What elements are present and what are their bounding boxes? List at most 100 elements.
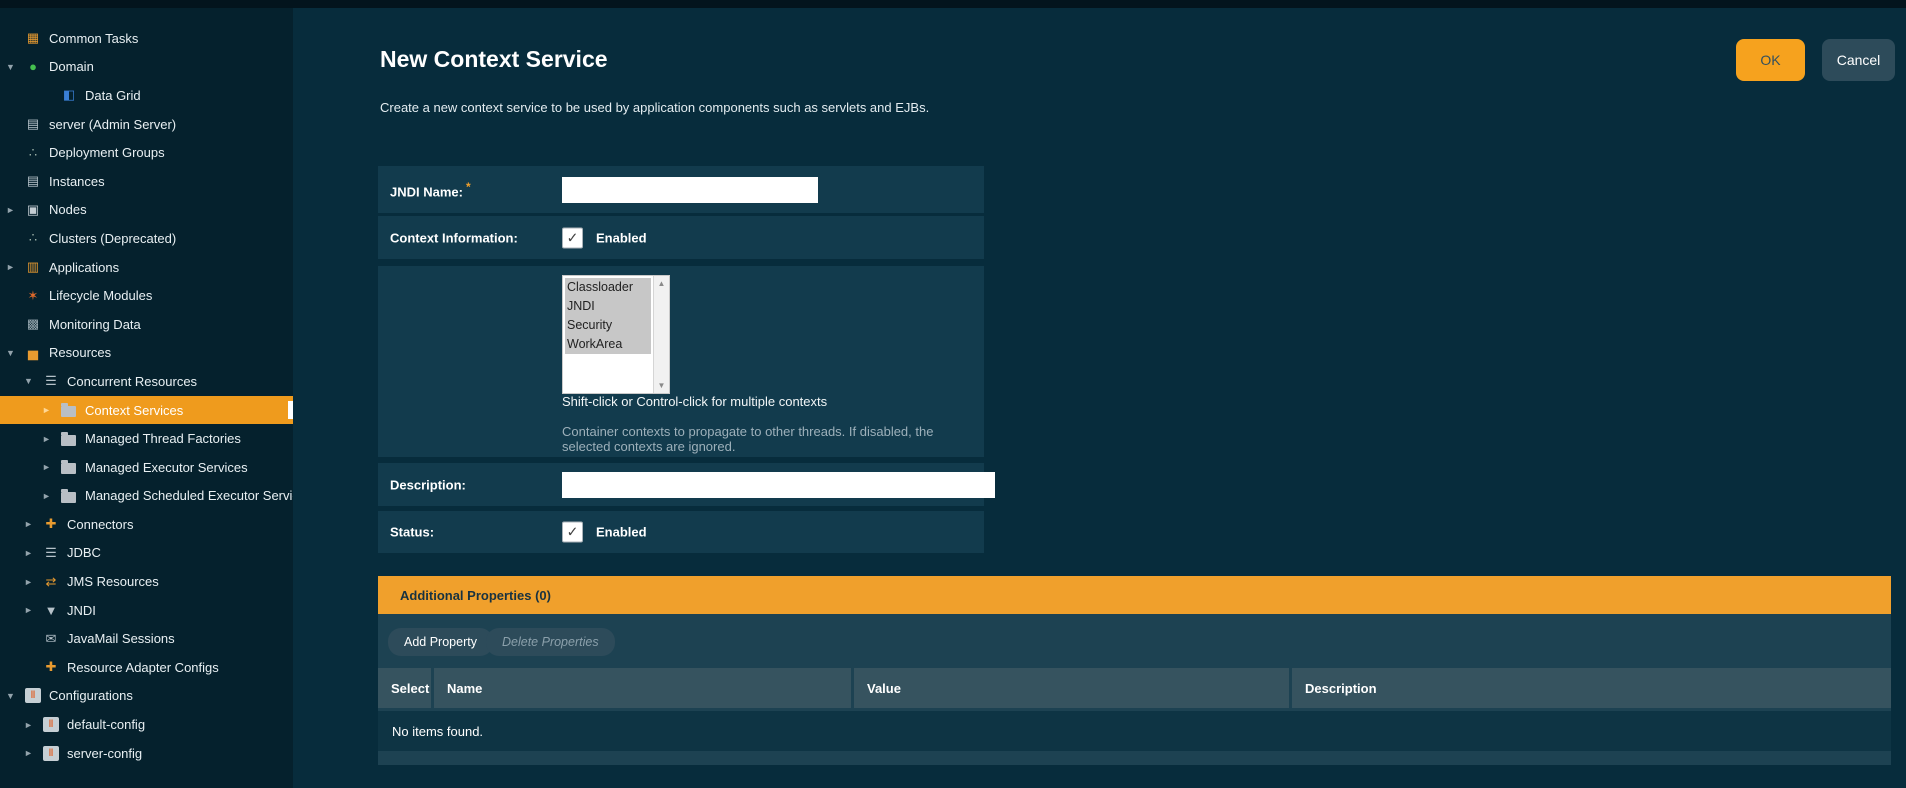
sidebar-item-label: Applications bbox=[49, 260, 119, 275]
column-header-description: Description bbox=[1292, 668, 1891, 708]
jdbc-icon: ☰ bbox=[41, 544, 61, 561]
listbox-scrollbar[interactable]: ▲ ▼ bbox=[653, 276, 669, 393]
context-option-security[interactable]: Security bbox=[565, 316, 651, 335]
collapsed-arrow-icon[interactable]: ► bbox=[42, 491, 59, 501]
sidebar-item-javamail-sessions[interactable]: ✉ JavaMail Sessions bbox=[0, 624, 293, 653]
scroll-down-icon[interactable]: ▼ bbox=[658, 381, 666, 390]
lifecycle-modules-icon: ✶ bbox=[23, 287, 43, 304]
description-input[interactable] bbox=[562, 472, 995, 498]
sidebar-item-server-config[interactable]: ►‖server-config bbox=[0, 739, 293, 768]
expanded-arrow-icon[interactable]: ▼ bbox=[6, 691, 23, 701]
monitoring-data-icon: ▩ bbox=[23, 316, 43, 333]
sidebar-item-server-admin-server[interactable]: ▤server (Admin Server) bbox=[0, 110, 293, 139]
sidebar-item-domain[interactable]: ▼●Domain bbox=[0, 53, 293, 82]
folder-icon bbox=[61, 492, 76, 503]
jndi-icon: ▼ bbox=[41, 602, 61, 619]
applications-icon: ▥ bbox=[23, 259, 43, 276]
description-label: Description: bbox=[390, 477, 466, 492]
sidebar-item-label: Connectors bbox=[67, 517, 133, 532]
status-enabled-checkbox[interactable] bbox=[562, 522, 583, 543]
resources-icon: ▅ bbox=[23, 344, 43, 361]
sidebar-item-configurations[interactable]: ▼‖ Configurations bbox=[0, 682, 293, 711]
contexts-hint: Shift-click or Control-click for multipl… bbox=[562, 394, 827, 409]
sidebar-item-clusters-deprecated[interactable]: ∴ Clusters (Deprecated) bbox=[0, 224, 293, 253]
clusters-icon: ∴ bbox=[23, 230, 43, 247]
collapsed-arrow-icon[interactable]: ► bbox=[6, 262, 23, 272]
context-information-enabled-checkbox[interactable] bbox=[562, 227, 583, 248]
additional-properties-panel: Add Property Delete Properties SelectNam… bbox=[378, 614, 1891, 765]
sidebar-item-label: JavaMail Sessions bbox=[67, 631, 175, 646]
sidebar-item-applications[interactable]: ►▥ Applications bbox=[0, 253, 293, 282]
sidebar-item-resources[interactable]: ▼▅ Resources bbox=[0, 339, 293, 368]
connectors-icon: ✚ bbox=[41, 516, 61, 533]
column-header-value: Value bbox=[854, 668, 1289, 708]
sidebar-item-jms-resources[interactable]: ►⇄ JMS Resources bbox=[0, 567, 293, 596]
delete-properties-button: Delete Properties bbox=[486, 628, 615, 656]
collapsed-arrow-icon[interactable]: ► bbox=[24, 577, 41, 587]
sidebar-item-default-config[interactable]: ►‖default-config bbox=[0, 710, 293, 739]
collapsed-arrow-icon[interactable]: ► bbox=[24, 548, 41, 558]
sidebar-item-jndi[interactable]: ►▼JNDI bbox=[0, 596, 293, 625]
sidebar-item-deployment-groups[interactable]: ∴Deployment Groups bbox=[0, 138, 293, 167]
sidebar-item-instances[interactable]: ▤Instances bbox=[0, 167, 293, 196]
empty-table-message: No items found. bbox=[378, 711, 1891, 751]
scroll-up-icon[interactable]: ▲ bbox=[658, 279, 666, 288]
collapsed-arrow-icon[interactable]: ► bbox=[24, 519, 41, 529]
column-header-name: Name bbox=[434, 668, 851, 708]
sidebar-item-label: Nodes bbox=[49, 202, 87, 217]
context-option-classloader[interactable]: Classloader bbox=[565, 278, 651, 297]
jndi-name-input[interactable] bbox=[562, 177, 818, 203]
folder-icon bbox=[61, 406, 76, 417]
configurations-icon: ‖ bbox=[25, 688, 41, 703]
sidebar-item-label: JDBC bbox=[67, 545, 101, 560]
column-header-select: Select bbox=[378, 668, 431, 708]
deployment-groups-icon: ∴ bbox=[23, 144, 43, 161]
sidebar-item-context-services[interactable]: ►Context Services bbox=[0, 396, 293, 425]
top-bar bbox=[0, 0, 1906, 8]
ok-button[interactable]: OK bbox=[1736, 39, 1805, 81]
sidebar-item-connectors[interactable]: ►✚ Connectors bbox=[0, 510, 293, 539]
sidebar-item-label: Managed Executor Services bbox=[85, 460, 248, 475]
sidebar-item-common-tasks[interactable]: ▦Common Tasks bbox=[0, 24, 293, 53]
sidebar-item-label: JMS Resources bbox=[67, 574, 159, 589]
expanded-arrow-icon[interactable]: ▼ bbox=[6, 348, 23, 358]
sidebar-item-monitoring-data[interactable]: ▩Monitoring Data bbox=[0, 310, 293, 339]
contexts-row: ClassloaderJNDISecurityWorkArea ▲ ▼ Shif… bbox=[378, 266, 984, 457]
javamail-sessions-icon: ✉ bbox=[41, 630, 61, 647]
context-option-jndi[interactable]: JNDI bbox=[565, 297, 651, 316]
sidebar-item-label: Configurations bbox=[49, 688, 133, 703]
sidebar-item-nodes[interactable]: ►▣ Nodes bbox=[0, 196, 293, 225]
collapsed-arrow-icon[interactable]: ► bbox=[42, 405, 59, 415]
sidebar-item-label: Resources bbox=[49, 345, 111, 360]
contexts-help-text: Container contexts to propagate to other… bbox=[562, 424, 984, 454]
collapsed-arrow-icon[interactable]: ► bbox=[24, 605, 41, 615]
collapsed-arrow-icon[interactable]: ► bbox=[6, 205, 23, 215]
expanded-arrow-icon[interactable]: ▼ bbox=[24, 376, 41, 386]
sidebar-item-lifecycle-modules[interactable]: ✶Lifecycle Modules bbox=[0, 281, 293, 310]
context-information-enabled-label: Enabled bbox=[596, 230, 647, 245]
jndi-name-label: JNDI Name:* bbox=[390, 180, 471, 199]
sidebar-item-managed-scheduled-executor-services[interactable]: ►Managed Scheduled Executor Services bbox=[0, 482, 293, 511]
collapsed-arrow-icon[interactable]: ► bbox=[24, 748, 41, 758]
sidebar-item-jdbc[interactable]: ►☰ JDBC bbox=[0, 539, 293, 568]
jms-resources-icon: ⇄ bbox=[41, 573, 61, 590]
sidebar-item-label: Clusters (Deprecated) bbox=[49, 231, 176, 246]
sidebar-item-resource-adapter-configs[interactable]: ✚Resource Adapter Configs bbox=[0, 653, 293, 682]
sidebar-item-managed-thread-factories[interactable]: ►Managed Thread Factories bbox=[0, 424, 293, 453]
context-option-workarea[interactable]: WorkArea bbox=[565, 335, 651, 354]
sidebar-item-managed-executor-services[interactable]: ► Managed Executor Services bbox=[0, 453, 293, 482]
status-label: Status: bbox=[390, 525, 434, 540]
collapsed-arrow-icon[interactable]: ► bbox=[42, 462, 59, 472]
sidebar-item-label: Domain bbox=[49, 59, 94, 74]
sidebar-item-data-grid[interactable]: ◧Data Grid bbox=[0, 81, 293, 110]
description-row: Description: bbox=[378, 463, 984, 506]
collapsed-arrow-icon[interactable]: ► bbox=[42, 434, 59, 444]
sidebar-item-concurrent-resources[interactable]: ▼☰Concurrent Resources bbox=[0, 367, 293, 396]
add-property-button[interactable]: Add Property bbox=[388, 628, 493, 656]
nodes-icon: ▣ bbox=[23, 201, 43, 218]
collapsed-arrow-icon[interactable]: ► bbox=[24, 720, 41, 730]
folder-icon bbox=[61, 435, 76, 446]
expanded-arrow-icon[interactable]: ▼ bbox=[6, 62, 23, 72]
contexts-listbox[interactable]: ClassloaderJNDISecurityWorkArea ▲ ▼ bbox=[562, 275, 670, 394]
cancel-button[interactable]: Cancel bbox=[1822, 39, 1895, 81]
